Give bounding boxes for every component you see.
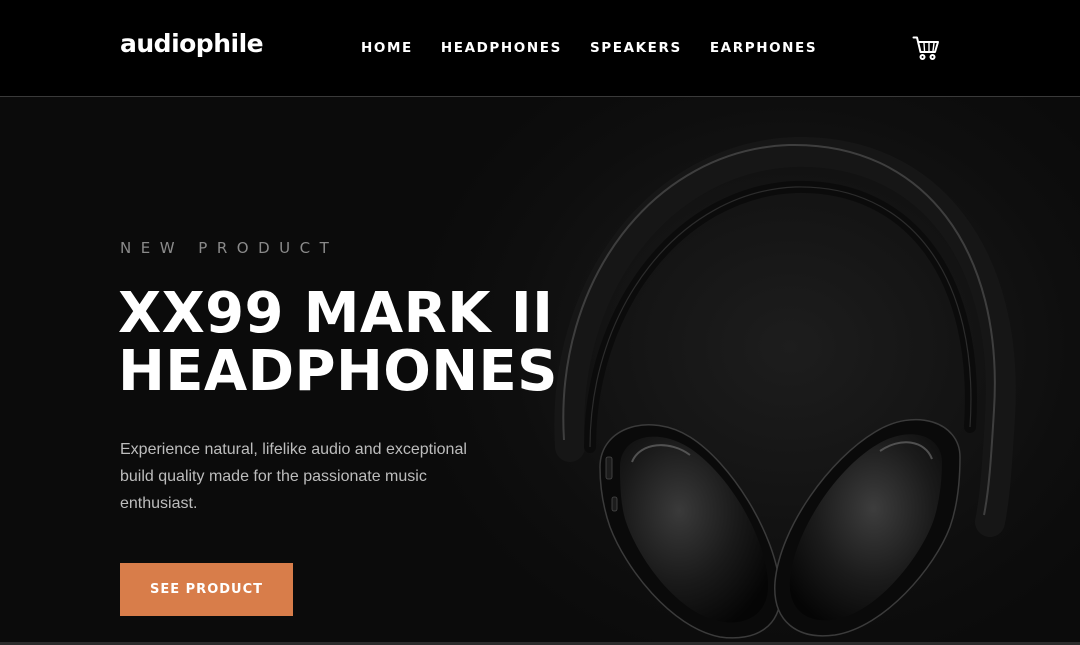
hero-section: NEW PRODUCT XX99 MARK II HEADPHONES Expe… xyxy=(0,97,1080,642)
logo[interactable]: audiophile xyxy=(120,29,264,58)
nav-link-headphones[interactable]: HEADPHONES xyxy=(441,40,562,56)
main-nav: HOME HEADPHONES SPEAKERS EARPHONES xyxy=(361,40,817,56)
site-header: audiophile HOME HEADPHONES SPEAKERS EARP… xyxy=(0,0,1080,97)
hero-title-line-1: XX99 MARK II xyxy=(118,281,554,346)
nav-link-home[interactable]: HOME xyxy=(361,40,413,56)
hero-title: XX99 MARK II HEADPHONES xyxy=(118,285,638,401)
nav-link-speakers[interactable]: SPEAKERS xyxy=(590,40,682,56)
cart-icon[interactable] xyxy=(912,35,940,61)
nav-link-earphones[interactable]: EARPHONES xyxy=(710,40,817,56)
hero-title-line-2: HEADPHONES xyxy=(118,339,558,404)
new-product-overline: NEW PRODUCT xyxy=(120,239,339,257)
see-product-button[interactable]: SEE PRODUCT xyxy=(120,563,293,616)
page: audiophile HOME HEADPHONES SPEAKERS EARP… xyxy=(0,0,1080,645)
hero-description: Experience natural, lifelike audio and e… xyxy=(120,441,467,512)
